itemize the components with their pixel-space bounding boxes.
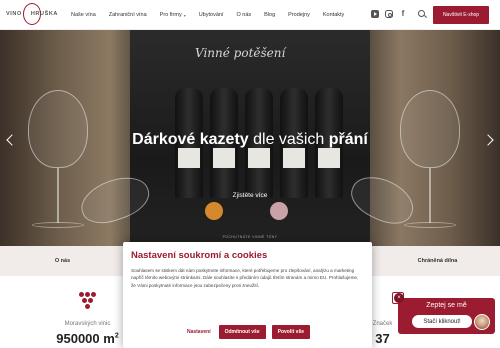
- glass-base: [404, 222, 456, 228]
- nav-item-o-nas[interactable]: O nás: [236, 12, 251, 18]
- wine-glass: [28, 90, 88, 168]
- cookie-consent-dialog: Nastavení soukromí a cookies Souhlasem s…: [123, 242, 372, 348]
- nav-item-pro-firmy[interactable]: Pro firmy ▾: [160, 12, 186, 18]
- tab-o-nas[interactable]: O nás: [0, 246, 125, 276]
- nav-item-prodejny[interactable]: Prodejny: [288, 12, 310, 18]
- logo-word-left: VINO: [6, 11, 22, 17]
- nav-item-ubytovani[interactable]: Ubytování: [199, 12, 224, 18]
- cookie-settings-button[interactable]: Nastavení: [185, 326, 213, 338]
- chat-title: Zeptej se mě: [426, 302, 467, 309]
- instagram-icon[interactable]: [385, 10, 393, 18]
- fruit-image: [205, 202, 223, 220]
- nav-item-zahranicni-vina[interactable]: Zahraniční vína: [109, 12, 147, 18]
- tab-chranena-dilna[interactable]: Chráněná dílna: [375, 246, 500, 276]
- stat-value: 950000 m2: [40, 331, 135, 346]
- stat-label: Moravských vinic: [64, 321, 111, 327]
- site-header: VINO HRUŠKA Naše vína Zahraniční vína Pr…: [0, 0, 500, 30]
- cookie-reject-button[interactable]: Odmítnout vše: [218, 325, 266, 339]
- headline-part: přání: [328, 131, 368, 148]
- nav-item-nase-vina[interactable]: Naše vína: [71, 12, 96, 18]
- headline-part: Dárkové kazety: [132, 131, 249, 148]
- box-title: Vinné potěšení: [195, 46, 286, 60]
- chat-widget[interactable]: Zeptej se mě Stačí kliknout!: [398, 298, 495, 334]
- fruit-image: [270, 202, 288, 220]
- logo[interactable]: VINO HRUŠKA: [6, 3, 58, 27]
- logo-text: VINO HRUŠKA: [6, 11, 58, 17]
- chat-avatar: [474, 314, 490, 330]
- eshop-button[interactable]: Navštivit E-shop: [433, 6, 489, 24]
- cookie-title: Nastavení soukromí a cookies: [131, 250, 268, 261]
- more-link[interactable]: Zjistěte více: [0, 192, 500, 199]
- chat-close-icon[interactable]: ×: [394, 293, 404, 303]
- chevron-down-icon: ▾: [183, 12, 186, 18]
- grapes-icon: [76, 290, 98, 314]
- chat-start-button[interactable]: Stačí kliknout!: [412, 315, 472, 328]
- nav-label: Pro firmy: [159, 12, 182, 18]
- headline-part: dle vašich: [248, 131, 329, 148]
- nav-item-blog[interactable]: Blog: [264, 12, 275, 18]
- stat-vineyards: Moravských vinic 950000 m2: [40, 321, 135, 346]
- hero-slider: Vinné potěšení Dárkové kazety dle vašich…: [0, 30, 500, 246]
- nav-label: Blog: [264, 12, 276, 18]
- nav-item-kontakty[interactable]: Kontakty: [323, 12, 344, 18]
- box-caption: POCHUTNÁTE VINNÉ TÓNY: [222, 235, 278, 239]
- nav-label: Ubytování: [198, 12, 224, 18]
- social-links: f: [371, 10, 407, 18]
- stat-number: 950000 m: [56, 331, 115, 346]
- wine-glass: [400, 90, 460, 168]
- logo-word-right: HRUŠKA: [30, 11, 58, 17]
- hero-headline: Dárkové kazety dle vašich přání: [0, 131, 500, 149]
- main-nav: Naše vína Zahraniční vína Pro firmy ▾ Uby…: [71, 0, 357, 30]
- nav-label: Prodejny: [288, 12, 310, 18]
- nav-label: Kontakty: [322, 12, 345, 18]
- nav-label: Naše vína: [71, 12, 96, 18]
- stat-unit: 2: [114, 332, 119, 340]
- nav-label: O nás: [236, 12, 252, 18]
- cookie-text: Souhlasem se stiskem dát nám poskytnete …: [131, 268, 359, 288]
- cookie-buttons: Nastavení Odmítnout vše Povolit vše: [123, 325, 372, 339]
- youtube-icon[interactable]: [371, 10, 379, 18]
- facebook-icon[interactable]: f: [399, 10, 407, 18]
- glass-base: [32, 222, 84, 228]
- cookie-accept-button[interactable]: Povolit vše: [271, 325, 311, 339]
- nav-label: Zahraniční vína: [108, 12, 147, 18]
- search-icon[interactable]: [417, 9, 427, 19]
